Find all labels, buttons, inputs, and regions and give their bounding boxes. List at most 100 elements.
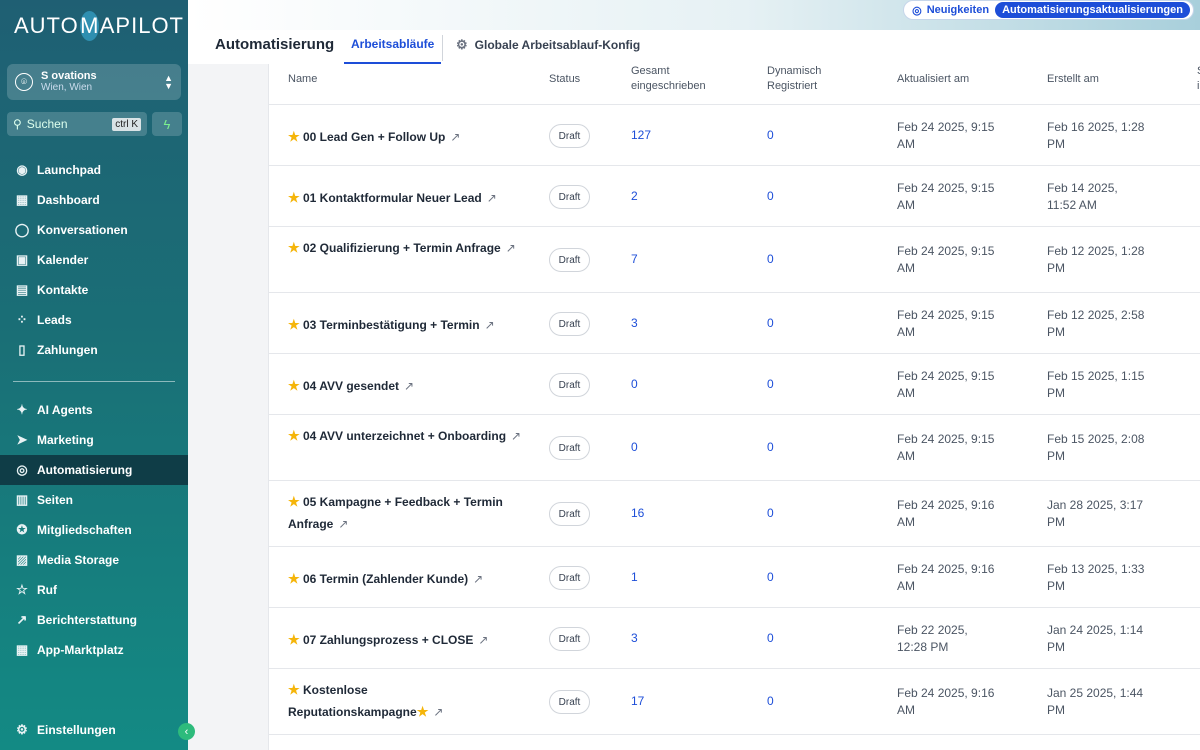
dynamic-registered-link[interactable]: 0 xyxy=(767,631,774,645)
workflow-name-link[interactable]: ★ 07 Zahlungsprozess + CLOSE ↗ xyxy=(288,629,523,651)
updated-date: Feb 24 2025, 9:15 AM xyxy=(897,431,1017,465)
external-link-icon[interactable]: ↗ xyxy=(511,429,521,443)
external-link-icon[interactable]: ↗ xyxy=(485,318,495,332)
updated-date-line2: AM xyxy=(897,386,915,400)
workflow-name-link[interactable]: ★ 04 AVV unterzeichnet + Onboarding ↗ xyxy=(288,425,523,447)
sidebar-item-ai-agents[interactable]: ✦ AI Agents xyxy=(0,395,188,425)
updated-date-line2: 12:28 PM xyxy=(897,640,949,654)
table-row[interactable]: ★ Kostenlose Reputationskampagne★ ↗ Draft 1… xyxy=(269,669,1200,735)
dynamic-registered-link[interactable]: 0 xyxy=(767,694,774,708)
workflow-name-link[interactable]: ★ 03 Terminbestätigung + Termin ↗ xyxy=(288,314,523,336)
logo[interactable]: AUTO M APILOT xyxy=(14,8,184,44)
total-enrolled-link[interactable]: 3 xyxy=(631,631,638,645)
external-link-icon[interactable]: ↗ xyxy=(404,379,414,393)
sidebar-item-leads[interactable]: ⁘ Leads xyxy=(0,305,188,335)
table-row[interactable]: ★ 02 Qualifizierung + Termin Anfrage ↗ Dra… xyxy=(269,227,1200,293)
collapse-sidebar-button[interactable]: ‹ xyxy=(178,723,195,740)
table-row[interactable]: ★ 07 Zahlungsprozess + CLOSE ↗ Draft 3 0 Feb … xyxy=(269,608,1200,669)
col-updated[interactable]: Aktualisiert am xyxy=(897,72,969,87)
dynamic-registered-link[interactable]: 0 xyxy=(767,506,774,520)
dynamic-registered-link[interactable]: 0 xyxy=(767,440,774,454)
sidebar-item-konversationen[interactable]: ◯ Konversationen xyxy=(0,215,188,245)
news-button[interactable]: ◎ Neuigkeiten xyxy=(912,4,989,17)
tab-workflows[interactable]: Arbeitsabläufe xyxy=(344,37,442,64)
total-enrolled-link[interactable]: 1 xyxy=(631,570,638,584)
external-link-icon[interactable]: ↗ xyxy=(487,191,497,205)
workflow-name: 04 AVV gesendet xyxy=(303,379,400,393)
sidebar-item-automatisierung[interactable]: ◎ Automatisierung xyxy=(0,455,188,485)
table-row[interactable]: ★ 06 Termin (Zahlender Kunde) ↗ Draft 1 0 Feb… xyxy=(269,547,1200,608)
sidebar-item-app-marktplatz[interactable]: ▦ App-Marktplatz xyxy=(0,635,188,665)
total-enrolled-link[interactable]: 0 xyxy=(631,377,638,391)
col-total-line2: eingeschrieben xyxy=(631,80,706,92)
updated-date-line2: AM xyxy=(897,137,915,151)
total-enrolled-link[interactable]: 3 xyxy=(631,316,638,330)
external-link-icon[interactable]: ↗ xyxy=(473,572,483,586)
workflow-name-link[interactable]: ★ Kostenlose Reputationskampagne★ ↗ xyxy=(288,679,523,723)
sidebar-item-media-storage[interactable]: ▨ Media Storage xyxy=(0,545,188,575)
sidebar-item-dashboard[interactable]: ▦ Dashboard xyxy=(0,185,188,215)
external-link-icon[interactable]: ↗ xyxy=(338,517,348,531)
sidebar-item-kalender[interactable]: ▣ Kalender xyxy=(0,245,188,275)
dynamic-registered-link[interactable]: 0 xyxy=(767,128,774,142)
total-enrolled-link[interactable]: 2 xyxy=(631,189,638,203)
table-header: Name Status Gesamt eingeschrieben Dynami… xyxy=(269,64,1200,105)
sidebar-item-berichterstattung[interactable]: ↗ Berichterstattung xyxy=(0,605,188,635)
account-switcher[interactable]: ⌾ S ovations Wien, Wien ▲ ▼ xyxy=(7,64,181,100)
workflow-name-link[interactable]: ★ 02 Qualifizierung + Termin Anfrage ↗ xyxy=(288,237,523,259)
sidebar-item-label: Konversationen xyxy=(37,223,128,237)
dynamic-registered-link[interactable]: 0 xyxy=(767,316,774,330)
total-enrolled-link[interactable]: 16 xyxy=(631,506,644,520)
col-name[interactable]: Name xyxy=(288,72,317,87)
external-link-icon[interactable]: ↗ xyxy=(450,130,460,144)
workflow-name-link[interactable]: ★ 01 Kontaktformular Neuer Lead ↗ xyxy=(288,187,523,209)
external-link-icon[interactable]: ↗ xyxy=(506,241,516,255)
sidebar-item-settings[interactable]: ⚙ Einstellungen xyxy=(0,715,188,745)
updated-date-line2: AM xyxy=(897,325,915,339)
search-input[interactable]: ⚲ Suchen ctrl K xyxy=(7,112,147,136)
sidebar-item-launchpad[interactable]: ◉ Launchpad xyxy=(0,155,188,185)
workflow-name-link[interactable]: ★ 06 Termin (Zahlender Kunde) ↗ xyxy=(288,568,523,590)
logo-right: APILOT xyxy=(99,13,184,38)
created-date-line1: Feb 15 2025, 2:08 xyxy=(1047,432,1145,446)
external-link-icon[interactable]: ↗ xyxy=(433,705,443,719)
sidebar-item-ruf[interactable]: ☆ Ruf xyxy=(0,575,188,605)
table-row[interactable]: ★ 04 AVV gesendet ↗ Draft 0 0 Feb 24 2025, 9:… xyxy=(269,354,1200,415)
workflow-name-link[interactable]: ★ 05 Kampagne + Feedback + Termin Anfrag… xyxy=(288,491,523,535)
col-status[interactable]: Status xyxy=(549,72,580,87)
col-dynamic[interactable]: Dynamisch Registriert xyxy=(767,64,821,94)
tab-global-config[interactable]: ⚙ Globale Arbeitsablauf-Konfig xyxy=(456,37,640,53)
created-date-line1: Feb 12 2025, 1:28 xyxy=(1047,244,1145,258)
total-enrolled-link[interactable]: 0 xyxy=(631,440,638,454)
quick-action-button[interactable]: ϟ xyxy=(152,112,182,136)
dynamic-registered-link[interactable]: 0 xyxy=(767,377,774,391)
status-badge: Draft xyxy=(549,502,590,526)
col-total[interactable]: Gesamt eingeschrieben xyxy=(631,64,706,94)
col-created[interactable]: Erstellt am xyxy=(1047,72,1099,87)
table-row[interactable]: ★ 03 Terminbestätigung + Termin ↗ Draft 3 0 F… xyxy=(269,293,1200,354)
table-row[interactable]: ★ 05 Kampagne + Feedback + Termin Anfrag… xyxy=(269,481,1200,547)
sidebar-item-kontakte[interactable]: ▤ Kontakte xyxy=(0,275,188,305)
updated-date-line1: Feb 22 2025, xyxy=(897,623,968,637)
automation-updates-button[interactable]: Automatisierungsaktualisierungen xyxy=(995,2,1190,18)
dynamic-registered-link[interactable]: 0 xyxy=(767,570,774,584)
star-icon: ★ xyxy=(288,428,300,443)
sidebar-item-seiten[interactable]: ▥ Seiten xyxy=(0,485,188,515)
table-row[interactable]: ★ 00 Lead Gen + Follow Up ↗ Draft 127 0 Feb 2… xyxy=(269,105,1200,166)
table-row[interactable]: ★ 01 Kontaktformular Neuer Lead ↗ Draft 2 0 F… xyxy=(269,166,1200,227)
created-date-line1: Feb 13 2025, 1:33 xyxy=(1047,562,1145,576)
sidebar-item-mitgliedschaften[interactable]: ✪ Mitgliedschaften xyxy=(0,515,188,545)
table-row[interactable]: ★ 04 AVV unterzeichnet + Onboarding ↗ Draf… xyxy=(269,415,1200,481)
dynamic-registered-link[interactable]: 0 xyxy=(767,189,774,203)
total-enrolled-link[interactable]: 127 xyxy=(631,128,651,142)
workflow-name-link[interactable]: ★ 04 AVV gesendet ↗ xyxy=(288,375,523,397)
created-date-line1: Jan 25 2025, 1:44 xyxy=(1047,686,1144,700)
dynamic-registered-link[interactable]: 0 xyxy=(767,252,774,266)
external-link-icon[interactable]: ↗ xyxy=(478,633,488,647)
star-icon: ★ xyxy=(288,682,300,697)
total-enrolled-link[interactable]: 7 xyxy=(631,252,638,266)
sidebar-item-zahlungen[interactable]: ▯ Zahlungen xyxy=(0,335,188,365)
total-enrolled-link[interactable]: 17 xyxy=(631,694,644,708)
workflow-name-link[interactable]: ★ 00 Lead Gen + Follow Up ↗ xyxy=(288,126,523,148)
sidebar-item-marketing[interactable]: ➤ Marketing xyxy=(0,425,188,455)
